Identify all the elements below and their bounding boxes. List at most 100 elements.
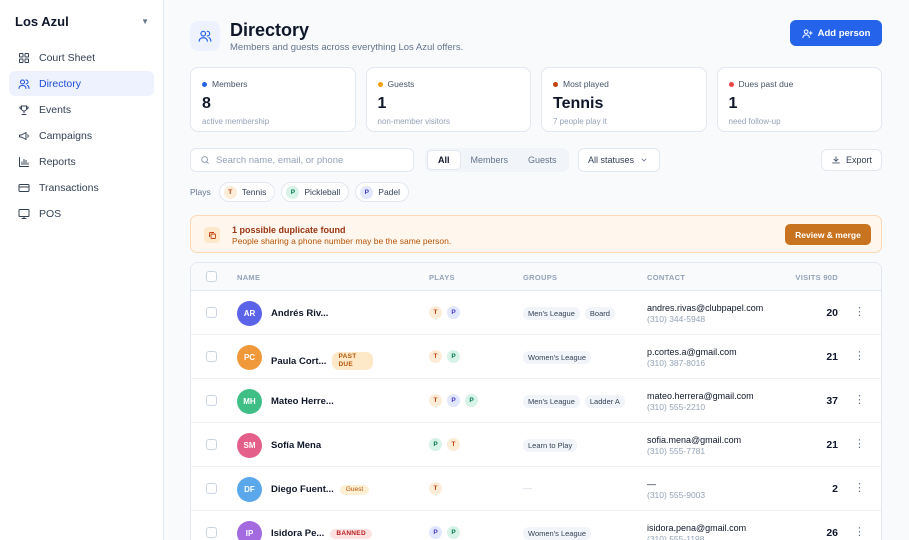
person-name-cell[interactable]: Andrés Riv... bbox=[271, 308, 328, 319]
plays-chip-tennis[interactable]: T Tennis bbox=[218, 182, 276, 202]
person-name-cell[interactable]: Diego Fuent... Guest bbox=[271, 484, 370, 495]
sidebar-item-events[interactable]: Events bbox=[9, 97, 154, 122]
row-checkbox[interactable] bbox=[206, 439, 217, 450]
column-header-visits[interactable]: VISITS 90D bbox=[795, 273, 838, 282]
export-label: Export bbox=[845, 155, 872, 165]
visits-count: 21 bbox=[826, 351, 838, 363]
row-checkbox[interactable] bbox=[206, 351, 217, 362]
person-name-cell[interactable]: Mateo Herre... bbox=[271, 396, 334, 407]
more-actions-icon[interactable]: ⋮ bbox=[854, 481, 865, 494]
row-checkbox[interactable] bbox=[206, 527, 217, 538]
avatar: AR bbox=[237, 301, 262, 326]
export-button[interactable]: Export bbox=[821, 149, 882, 171]
sport-badge: T bbox=[429, 482, 442, 495]
workspace-switcher[interactable]: Los Azul ▼ bbox=[15, 13, 149, 29]
phone: (310) 555-2210 bbox=[647, 402, 706, 412]
plays-filter-label: Plays bbox=[190, 187, 211, 197]
avatar: IP bbox=[237, 521, 262, 540]
review-merge-button[interactable]: Review & merge bbox=[785, 224, 871, 245]
sidebar-item-label: Directory bbox=[39, 77, 82, 90]
person-name-cell[interactable]: Sofía Mena bbox=[271, 440, 321, 451]
visits-count: 20 bbox=[826, 307, 838, 319]
row-checkbox[interactable] bbox=[206, 483, 217, 494]
plays-chip-pickleball[interactable]: P Pickleball bbox=[281, 182, 350, 202]
stat-value: 1 bbox=[728, 95, 738, 112]
users-icon bbox=[190, 21, 220, 51]
more-actions-icon[interactable]: ⋮ bbox=[854, 393, 865, 406]
page-title: Directory bbox=[230, 20, 310, 40]
table-row[interactable]: DF Diego Fuent... Guest T — — (310) 555-9003 2 ⋮ bbox=[191, 467, 881, 511]
table-row[interactable]: SM Sofía Mena P T Learn to Play sofia.mena@gm… bbox=[191, 423, 881, 467]
stat-label: Most played bbox=[553, 79, 695, 89]
person-name-cell[interactable]: Isidora Pe... BANNED bbox=[271, 528, 372, 539]
sidebar-item-campaigns[interactable]: Campaigns bbox=[9, 123, 154, 148]
email: p.cortes.a@gmail.com bbox=[647, 347, 737, 357]
table-row[interactable]: PC Paula Cort... PAST DUE T P Women's League p… bbox=[191, 335, 881, 379]
segment-members[interactable]: Members bbox=[461, 150, 519, 170]
status-badge: Guest bbox=[339, 484, 370, 495]
sidebar-item-pos[interactable]: POS bbox=[9, 201, 154, 226]
select-all-checkbox[interactable] bbox=[206, 271, 217, 282]
email: sofia.mena@gmail.com bbox=[647, 435, 742, 445]
email: mateo.herrera@gmail.com bbox=[647, 391, 754, 401]
plays-cell: T bbox=[429, 482, 442, 495]
stat-label-text: Most played bbox=[563, 79, 609, 89]
copy-icon bbox=[204, 227, 220, 243]
more-actions-icon[interactable]: ⋮ bbox=[854, 349, 865, 362]
users-icon bbox=[17, 77, 30, 90]
row-checkbox[interactable] bbox=[206, 395, 217, 406]
stat-label-text: Guests bbox=[387, 79, 415, 89]
visits-count: 21 bbox=[826, 439, 838, 451]
contact-cell: mateo.herrera@gmail.com (310) 555-2210 bbox=[647, 391, 754, 412]
sidebar-item-directory[interactable]: Directory bbox=[9, 71, 154, 96]
more-actions-icon[interactable]: ⋮ bbox=[854, 525, 865, 538]
row-checkbox[interactable] bbox=[206, 307, 217, 318]
column-header-name[interactable]: NAME bbox=[237, 273, 260, 282]
sidebar-item-label: POS bbox=[39, 207, 62, 220]
person-name-cell[interactable]: Paula Cort... PAST DUE bbox=[271, 352, 374, 370]
grid-icon bbox=[17, 51, 30, 64]
stat-label: Dues past due bbox=[728, 79, 871, 89]
sidebar-nav: Court Sheet Directory Events Campaigns Repor… bbox=[9, 45, 154, 227]
sport-badge: T bbox=[429, 306, 442, 319]
more-actions-icon[interactable]: ⋮ bbox=[854, 437, 865, 450]
group-tag: Ladder A bbox=[584, 395, 625, 408]
sport-badge: P bbox=[286, 185, 300, 199]
segment-all[interactable]: All bbox=[427, 150, 461, 170]
phone: (310) 344-5948 bbox=[647, 314, 706, 324]
plays-cell: TPP bbox=[429, 394, 478, 407]
plays-filter: Plays T Tennis P Pickleball P Padel bbox=[190, 182, 410, 202]
status-badge: PAST DUE bbox=[332, 352, 374, 370]
page-subtitle: Members and guests across everything Los… bbox=[230, 42, 464, 53]
sidebar-item-court-sheet[interactable]: Court Sheet bbox=[9, 45, 154, 70]
add-person-button[interactable]: Add person bbox=[790, 20, 882, 46]
plays-cell: TP bbox=[429, 306, 460, 319]
sidebar-item-transactions[interactable]: Transactions bbox=[9, 175, 154, 200]
table-row[interactable]: MH Mateo Herre... T P P Men's League Ladder Am… bbox=[191, 379, 881, 423]
status-filter-select[interactable]: All statuses bbox=[578, 148, 660, 172]
stat-card-dues-past-due: Dues past due 1 need follow-up bbox=[716, 67, 882, 132]
sport-badge: T bbox=[447, 438, 460, 451]
contact-cell: — (310) 555-9003 bbox=[647, 479, 705, 500]
plays-chip-padel[interactable]: P Padel bbox=[355, 182, 410, 202]
search-box[interactable] bbox=[190, 148, 414, 172]
table-row[interactable]: AR Andrés Riv... T P Men's League Board andres… bbox=[191, 291, 881, 335]
visits-count: 37 bbox=[826, 395, 838, 407]
sidebar-item-reports[interactable]: Reports bbox=[9, 149, 154, 174]
segment-guests[interactable]: Guests bbox=[518, 150, 567, 170]
group-tag: Men's League bbox=[523, 395, 580, 408]
stat-label: Guests bbox=[377, 79, 520, 89]
search-input[interactable] bbox=[216, 154, 396, 166]
duplicate-alert: 1 possible duplicate found People sharin… bbox=[190, 215, 882, 253]
table-row[interactable]: IP Isidora Pe... BANNED P P Women's League isi… bbox=[191, 511, 881, 540]
sidebar: Los Azul ▼ Court Sheet Directory Events Cam… bbox=[0, 0, 164, 540]
directory-table: NAME PLAYS GROUPS CONTACT VISITS 90D AR A… bbox=[190, 262, 882, 540]
more-actions-icon[interactable]: ⋮ bbox=[854, 305, 865, 318]
email: andres.rivas@clubpapel.com bbox=[647, 303, 764, 313]
plays-cell: PP bbox=[429, 526, 460, 539]
plays-cell: PT bbox=[429, 438, 460, 451]
sport-badge: T bbox=[223, 185, 237, 199]
status-badge: BANNED bbox=[330, 528, 372, 539]
stat-foot: need follow-up bbox=[728, 117, 781, 126]
trophy-icon bbox=[17, 103, 30, 116]
